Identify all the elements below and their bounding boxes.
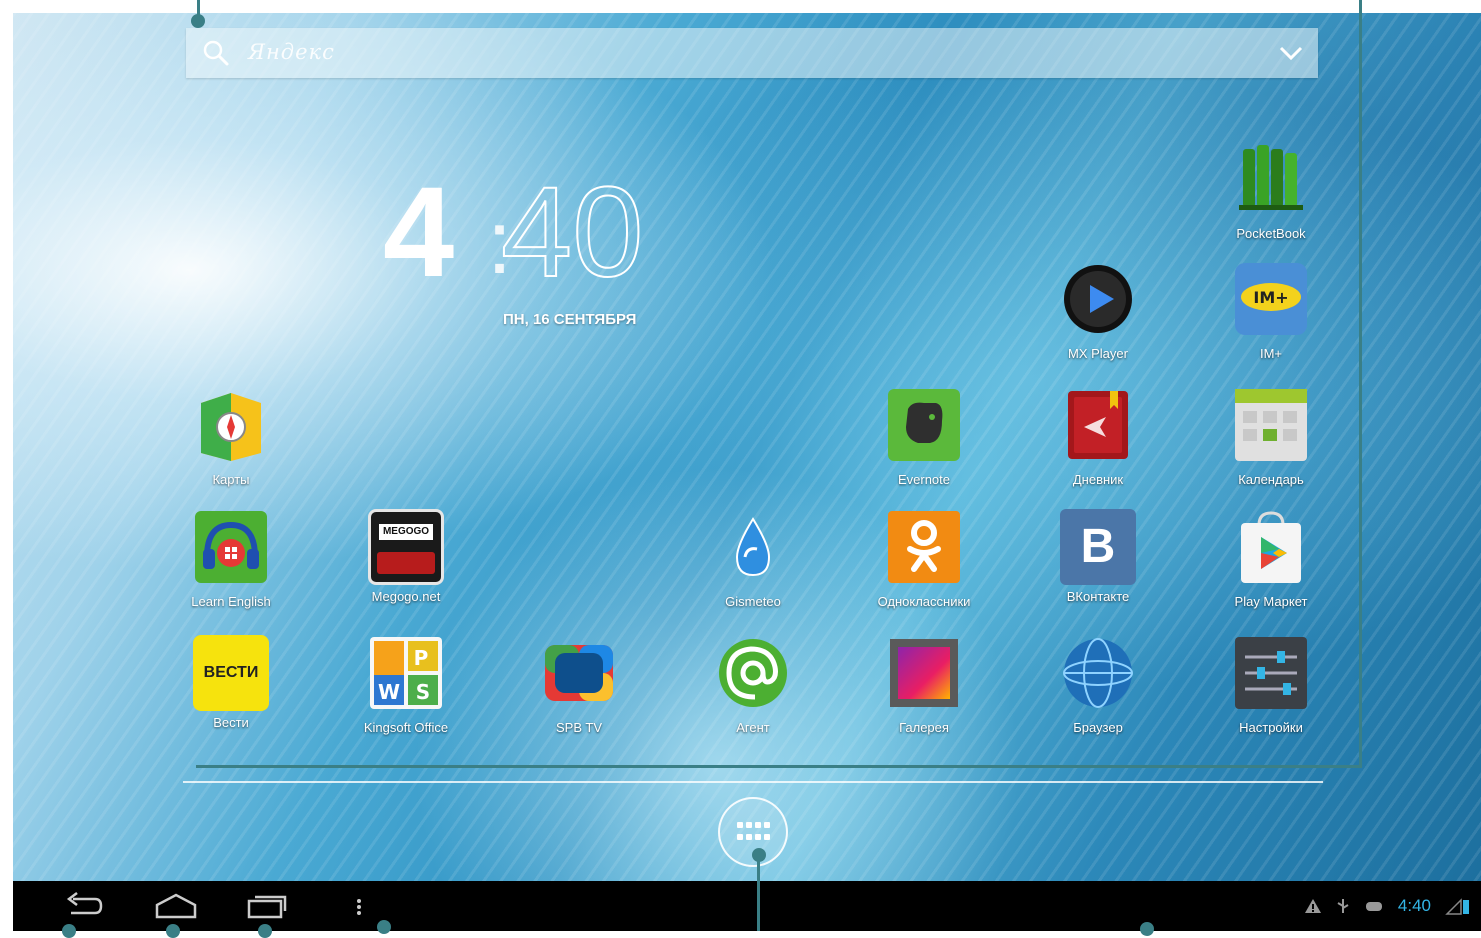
megogo-tv-icon: MEGOGO	[368, 509, 444, 585]
odnoklassniki-icon	[888, 511, 960, 583]
sliders-icon	[1235, 637, 1307, 709]
callout-dot-menu	[377, 920, 391, 934]
app-label: Play Маркет	[1234, 594, 1308, 609]
app-label: Карты	[212, 472, 250, 487]
app-label: Агент	[736, 720, 770, 735]
app-odnoklassniki[interactable]: Одноклассники	[864, 509, 984, 609]
back-icon[interactable]	[61, 889, 105, 923]
app-evernote[interactable]: Evernote	[864, 387, 984, 487]
app-label: IM+	[1259, 346, 1283, 361]
app-spb-tv[interactable]: SPB TV	[519, 635, 639, 735]
svg-text:P: P	[414, 646, 429, 670]
app-settings[interactable]: Настройки	[1211, 635, 1331, 735]
calendar-icon	[1235, 389, 1307, 461]
books-icon	[1239, 145, 1303, 210]
system-bar: 4:40	[13, 881, 1481, 931]
app-label: Настройки	[1239, 720, 1303, 735]
callout-line-all-apps	[757, 850, 760, 931]
search-placeholder: Яндекс	[248, 40, 335, 64]
app-pocketbook[interactable]: PocketBook	[1211, 141, 1331, 241]
app-grid-icon	[737, 822, 770, 840]
play-circle-icon	[1064, 265, 1132, 333]
app-agent[interactable]: Агент	[693, 635, 813, 735]
app-label: Дневник	[1072, 472, 1124, 487]
app-gismeteo[interactable]: Gismeteo	[693, 509, 813, 609]
clock-hour: 4	[383, 161, 455, 304]
app-label: ВКонтакте	[1066, 589, 1130, 604]
callout-line-workspace-bottom	[196, 765, 1362, 768]
tv-icon	[545, 645, 613, 701]
app-label: Браузер	[1073, 720, 1123, 735]
app-calendar[interactable]: Календарь	[1211, 387, 1331, 487]
vesti-logo-icon: ВЕСТИ	[193, 635, 269, 711]
app-vesti[interactable]: ВЕСТИ Вести	[171, 635, 291, 730]
kingsoft-office-icon: P W S	[370, 637, 442, 709]
diary-book-icon	[1068, 391, 1128, 459]
callout-line-workspace-right	[1359, 0, 1362, 768]
signal-battery-icon	[1445, 898, 1469, 915]
app-label: SPB TV	[555, 720, 602, 735]
callout-dot-home	[166, 924, 180, 938]
svg-text:S: S	[416, 680, 430, 704]
at-sign-icon	[719, 639, 787, 707]
gallery-picture-icon	[890, 639, 958, 707]
water-drop-icon	[735, 517, 771, 577]
callout-dot-back	[62, 924, 76, 938]
menu-overflow-icon[interactable]	[349, 889, 369, 923]
shopping-bag-icon	[1241, 511, 1301, 583]
svg-text:W: W	[378, 680, 400, 704]
status-area[interactable]: 4:40	[1304, 893, 1471, 919]
im-plus-icon: IM+	[1235, 263, 1307, 335]
globe-icon	[1063, 638, 1133, 708]
elephant-icon	[888, 389, 960, 461]
app-label: Вести	[213, 715, 249, 730]
app-browser[interactable]: Браузер	[1038, 635, 1158, 735]
app-im-plus[interactable]: IM+ IM+	[1211, 261, 1331, 361]
clock-minutes: 40	[500, 161, 644, 304]
megogo-logo-text: MEGOGO	[379, 524, 433, 540]
app-diary[interactable]: Дневник	[1038, 387, 1158, 487]
callout-dot-status	[1140, 922, 1154, 936]
yandex-search-bar[interactable]: Яндекс	[186, 28, 1318, 78]
app-label: Одноклассники	[877, 594, 971, 609]
app-label: MX Player	[1068, 346, 1128, 361]
callout-dot-all-apps	[752, 848, 766, 862]
warning-icon	[1304, 899, 1321, 913]
app-label: Календарь	[1238, 472, 1304, 487]
app-vkontakte[interactable]: B ВКонтакте	[1038, 509, 1158, 604]
app-label: PocketBook	[1236, 226, 1306, 241]
app-label: Kingsoft Office	[363, 720, 449, 735]
app-label: Gismeteo	[725, 594, 781, 609]
app-gallery[interactable]: Галерея	[864, 635, 984, 735]
recent-apps-icon[interactable]	[245, 889, 291, 923]
map-icon	[201, 393, 261, 461]
svg-text:IM+: IM+	[1253, 288, 1288, 307]
callout-dot-recent	[258, 924, 272, 938]
gamepad-icon	[1365, 902, 1382, 911]
home-icon[interactable]	[153, 889, 199, 923]
app-label: Learn English	[191, 594, 271, 609]
search-icon	[203, 40, 229, 66]
headphones-icon	[195, 511, 267, 583]
app-mx-player[interactable]: MX Player	[1038, 261, 1158, 361]
app-learn-english[interactable]: Learn English	[171, 509, 291, 609]
status-time: 4:40	[1397, 896, 1431, 915]
vk-icon: B	[1060, 509, 1136, 585]
app-label: Галерея	[899, 720, 949, 735]
app-maps[interactable]: Карты	[171, 387, 291, 487]
dock-divider	[183, 781, 1323, 783]
app-label: Megogo.net	[371, 589, 441, 604]
clock-date: ПН, 16 СЕНТЯБРЯ	[503, 311, 637, 328]
app-label: Evernote	[897, 472, 951, 487]
app-kingsoft-office[interactable]: P W S Kingsoft Office	[346, 635, 466, 735]
callout-line-search	[197, 0, 200, 20]
app-megogo[interactable]: MEGOGO Megogo.net	[346, 509, 466, 604]
chevron-down-icon[interactable]	[1278, 42, 1304, 64]
home-screen: Яндекс 4 : 40 ПН, 16 СЕНТЯБРЯ PocketBook…	[13, 13, 1481, 931]
app-play-market[interactable]: Play Маркет	[1211, 509, 1331, 609]
usb-icon	[1337, 899, 1349, 913]
